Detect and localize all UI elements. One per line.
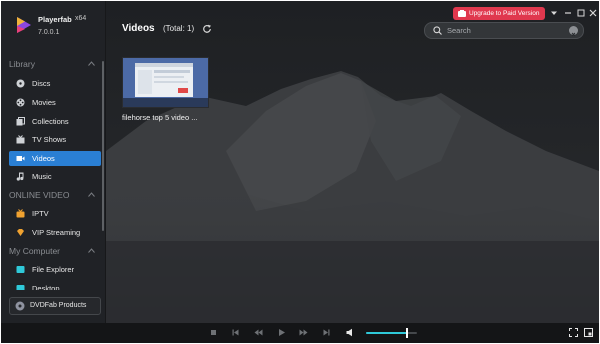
clear-search-icon[interactable] xyxy=(569,26,578,37)
section-online-video-header[interactable]: ONLINE VIDEO xyxy=(9,188,101,202)
app-arch: x64 xyxy=(75,15,87,22)
sidebar-item-label: Discs xyxy=(32,79,51,88)
mini-mode-icon[interactable] xyxy=(584,328,593,337)
minimize-icon[interactable] xyxy=(562,7,574,19)
sidebar-item-label: Videos xyxy=(32,154,55,163)
sidebar-item-desktop[interactable]: Desktop xyxy=(9,281,101,290)
vip-diamond-icon xyxy=(17,229,24,236)
folder-icon xyxy=(16,266,25,273)
page-total-count: (Total: 1) xyxy=(163,24,195,33)
dvdfab-logo-icon xyxy=(15,301,25,311)
fast-forward-icon[interactable] xyxy=(299,328,308,337)
chevron-up-icon[interactable] xyxy=(88,244,95,253)
upgrade-button[interactable]: Upgrade to Paid Version xyxy=(453,7,545,20)
main-content: Videos (Total: 1) Upgrade to Paid Versio… xyxy=(106,1,599,323)
collections-icon xyxy=(16,117,25,126)
fullscreen-icon[interactable] xyxy=(569,328,578,337)
dvdfab-products-label: DVDFab Products xyxy=(30,302,87,309)
sidebar-item-music[interactable]: Music xyxy=(9,169,101,184)
thumbnail-image xyxy=(123,58,208,107)
stop-icon[interactable] xyxy=(209,328,218,337)
sidebar: Playerfab x64 7.0.0.1 Library Discs Movi… xyxy=(1,1,106,323)
sidebar-item-label: Desktop xyxy=(32,284,60,290)
upgrade-label: Upgrade to Paid Version xyxy=(469,10,540,17)
video-thumbnail[interactable] xyxy=(122,57,209,108)
page-title: Videos xyxy=(122,23,155,34)
video-title[interactable]: filehorse top 5 video ... xyxy=(122,113,212,122)
player-control-bar xyxy=(1,323,599,343)
search-icon xyxy=(433,26,442,35)
rewind-icon[interactable] xyxy=(254,328,263,337)
mountain-background-image xyxy=(106,1,599,323)
volume-slider-handle[interactable] xyxy=(405,328,408,338)
sidebar-item-label: Movies xyxy=(32,98,56,107)
maximize-icon[interactable] xyxy=(575,7,587,19)
sidebar-item-label: VIP Streaming xyxy=(32,228,81,237)
sidebar-item-collections[interactable]: Collections xyxy=(9,114,101,129)
desktop-icon xyxy=(16,285,25,290)
section-my-computer-label: My Computer xyxy=(9,246,61,256)
film-reel-icon xyxy=(16,98,25,107)
search-box[interactable] xyxy=(424,22,584,39)
sidebar-item-discs[interactable]: Discs xyxy=(9,76,101,91)
sidebar-item-label: IPTV xyxy=(32,209,49,218)
sidebar-scrollbar[interactable] xyxy=(102,61,104,231)
video-icon xyxy=(16,156,25,161)
sidebar-item-videos[interactable]: Videos xyxy=(9,151,101,166)
sidebar-item-movies[interactable]: Movies xyxy=(9,95,101,110)
disc-icon xyxy=(16,79,25,88)
dropdown-menu-icon[interactable] xyxy=(548,7,560,19)
tv-icon xyxy=(16,135,25,144)
play-icon[interactable] xyxy=(277,328,286,337)
app-window: Playerfab x64 7.0.0.1 Library Discs Movi… xyxy=(1,1,599,343)
sidebar-item-label: Collections xyxy=(32,117,69,126)
section-online-video-label: ONLINE VIDEO xyxy=(9,190,70,200)
app-name: Playerfab xyxy=(38,15,72,24)
music-note-icon xyxy=(16,172,24,181)
close-icon[interactable] xyxy=(587,7,599,19)
sidebar-item-label: TV Shows xyxy=(32,135,67,144)
cart-icon xyxy=(458,10,466,17)
sidebar-item-file-explorer[interactable]: File Explorer xyxy=(9,262,101,277)
search-input[interactable] xyxy=(447,24,557,37)
playerfab-logo-icon xyxy=(17,17,31,33)
chevron-up-icon[interactable] xyxy=(88,188,95,197)
sidebar-item-tv-shows[interactable]: TV Shows xyxy=(9,132,101,147)
previous-icon[interactable] xyxy=(231,328,240,337)
volume-slider[interactable] xyxy=(366,328,417,338)
section-library-label: Library xyxy=(9,59,35,69)
next-icon[interactable] xyxy=(322,328,331,337)
sidebar-item-vip-streaming[interactable]: VIP Streaming xyxy=(9,225,101,240)
section-library-header[interactable]: Library xyxy=(9,57,101,71)
chevron-up-icon[interactable] xyxy=(88,57,95,66)
sidebar-item-label: Music xyxy=(32,172,52,181)
volume-icon[interactable] xyxy=(346,328,355,337)
section-my-computer-header[interactable]: My Computer xyxy=(9,244,101,258)
video-card[interactable]: filehorse top 5 video ... xyxy=(122,57,210,127)
sidebar-item-label: File Explorer xyxy=(32,265,75,274)
iptv-icon xyxy=(16,209,25,218)
dvdfab-products-button[interactable]: DVDFab Products xyxy=(9,297,101,315)
volume-slider-fill xyxy=(366,332,407,334)
sidebar-item-iptv[interactable]: IPTV xyxy=(9,206,101,221)
app-version: 7.0.0.1 xyxy=(38,29,60,36)
refresh-icon[interactable] xyxy=(202,24,212,34)
